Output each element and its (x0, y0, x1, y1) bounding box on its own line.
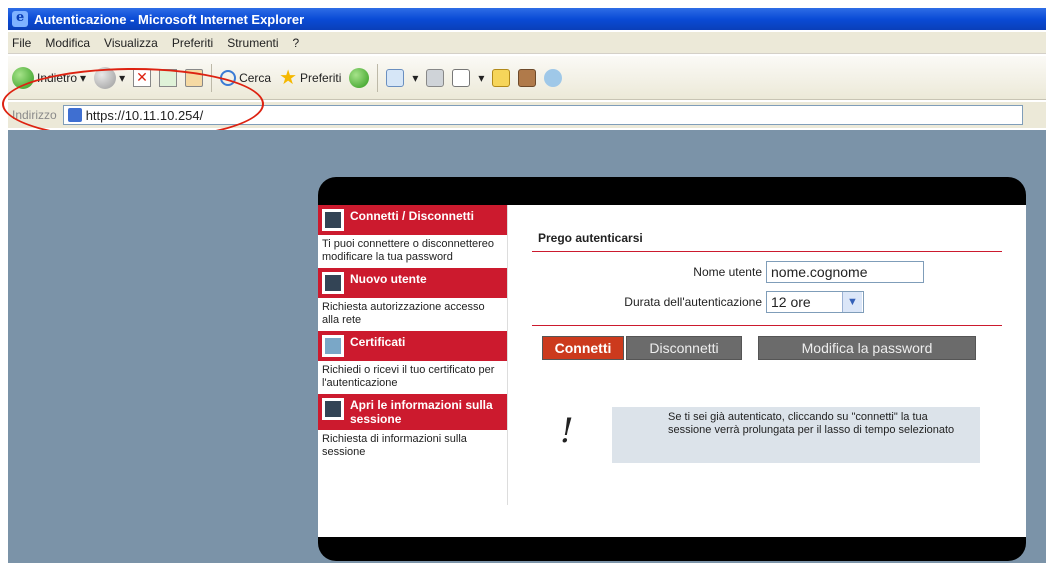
word-icon[interactable] (452, 68, 471, 87)
dropdown-arrow-icon: ▾ (478, 70, 485, 85)
menu-connect-disconnect[interactable]: Connetti / Disconnetti (318, 205, 507, 235)
home-icon[interactable] (185, 68, 204, 87)
toolbar-separator (211, 63, 213, 92)
session-icon (322, 398, 344, 420)
duration-value: 12 ore (771, 294, 811, 310)
menu-help[interactable]: ? (293, 36, 300, 50)
menu-file[interactable]: File (12, 36, 31, 50)
back-arrow-icon (12, 66, 34, 89)
chevron-down-icon[interactable]: ▼ (842, 292, 862, 312)
menu-visualizza[interactable]: Visualizza (104, 36, 158, 50)
change-password-button[interactable]: Modifica la password (758, 336, 976, 360)
menu-connect-title: Connetti / Disconnetti (350, 209, 474, 223)
page-icon (67, 108, 82, 122)
menu-certificates-title: Certificati (350, 335, 406, 349)
menu-new-user-title: Nuovo utente (350, 272, 427, 286)
duration-label: Durata dell'autenticazione (624, 295, 762, 309)
back-button[interactable]: Indietro ▾ (12, 66, 87, 89)
research-icon[interactable] (518, 68, 537, 87)
history-icon[interactable] (349, 67, 370, 88)
messenger-icon[interactable] (544, 68, 563, 87)
menu-session-info[interactable]: Apri le informazioni sulla sessione (318, 394, 507, 430)
menu-session-desc: Richiesta di informazioni sulla sessione (322, 433, 467, 458)
page-content: Connetti / Disconnetti Ti puoi connetter… (8, 130, 1046, 563)
search-icon (220, 69, 237, 86)
person-icon (322, 209, 344, 231)
address-input[interactable]: https://10.11.10.254/ (62, 105, 1023, 125)
back-label: Indietro (37, 70, 78, 85)
mail-icon[interactable] (386, 68, 405, 87)
form-divider-top (532, 251, 1002, 252)
menu-new-user-desc: Richiesta autorizzazione accesso alla re… (322, 301, 485, 326)
menu-bar: File Modifica Visualizza Preferiti Strum… (8, 32, 1046, 54)
info-message: Se ti sei già autenticato, cliccando su … (612, 407, 980, 463)
login-form: Prego autenticarsi Nome utente nome.cogn… (532, 205, 1002, 537)
toolbar-separator (377, 63, 379, 92)
connect-button[interactable]: Connetti (542, 336, 624, 360)
favorites-button[interactable]: ★ Preferiti (279, 65, 341, 90)
address-bar: Indirizzo https://10.11.10.254/ (8, 102, 1046, 128)
login-frame-body: Connetti / Disconnetti Ti puoi connetter… (318, 205, 1026, 537)
forward-arrow-icon (94, 66, 117, 89)
certificate-icon (322, 335, 344, 357)
username-input[interactable]: nome.cognome (766, 261, 924, 283)
toolbar: Indietro ▾ ▾ Cerca ★ Preferiti ▾ ▾ (8, 56, 1046, 100)
menu-connect-desc: Ti puoi connettere o disconnettereo modi… (322, 238, 495, 263)
info-icon: ! (560, 411, 574, 451)
print-icon[interactable] (426, 68, 445, 87)
forward-button[interactable]: ▾ (94, 66, 126, 89)
menu-certificates[interactable]: Certificati (318, 331, 507, 361)
refresh-icon[interactable] (159, 68, 178, 87)
address-label: Indirizzo (12, 108, 57, 122)
menu-session-title: Apri le informazioni sulla sessione (350, 398, 493, 426)
username-value: nome.cognome (771, 264, 868, 280)
new-user-icon (322, 272, 344, 294)
username-label: Nome utente (693, 265, 762, 279)
left-menu: Connetti / Disconnetti Ti puoi connetter… (318, 205, 508, 505)
dropdown-arrow-icon: ▾ (412, 70, 419, 85)
dropdown-arrow-icon: ▾ (80, 70, 87, 85)
menu-preferiti[interactable]: Preferiti (172, 36, 213, 50)
search-label: Cerca (239, 70, 272, 85)
internet-explorer-icon (12, 10, 28, 27)
menu-modifica[interactable]: Modifica (45, 36, 90, 50)
dropdown-arrow-icon: ▾ (119, 70, 126, 85)
menu-new-user[interactable]: Nuovo utente (318, 268, 507, 298)
window-titlebar: Autenticazione - Microsoft Internet Expl… (8, 8, 1046, 30)
folder-icon[interactable] (492, 68, 511, 87)
favorites-label: Preferiti (300, 70, 342, 85)
form-title: Prego autenticarsi (538, 231, 643, 245)
login-frame: Connetti / Disconnetti Ti puoi connetter… (318, 177, 1026, 561)
search-button[interactable]: Cerca (220, 69, 272, 86)
address-url: https://10.11.10.254/ (85, 107, 204, 123)
menu-strumenti[interactable]: Strumenti (227, 36, 278, 50)
form-divider-bottom (532, 325, 1002, 326)
disconnect-button[interactable]: Disconnetti (626, 336, 742, 360)
window-title: Autenticazione - Microsoft Internet Expl… (34, 11, 305, 27)
star-icon: ★ (279, 67, 298, 89)
menu-certificates-desc: Richiedi o ricevi il tuo certificato per… (322, 364, 495, 389)
stop-icon[interactable] (133, 68, 152, 87)
